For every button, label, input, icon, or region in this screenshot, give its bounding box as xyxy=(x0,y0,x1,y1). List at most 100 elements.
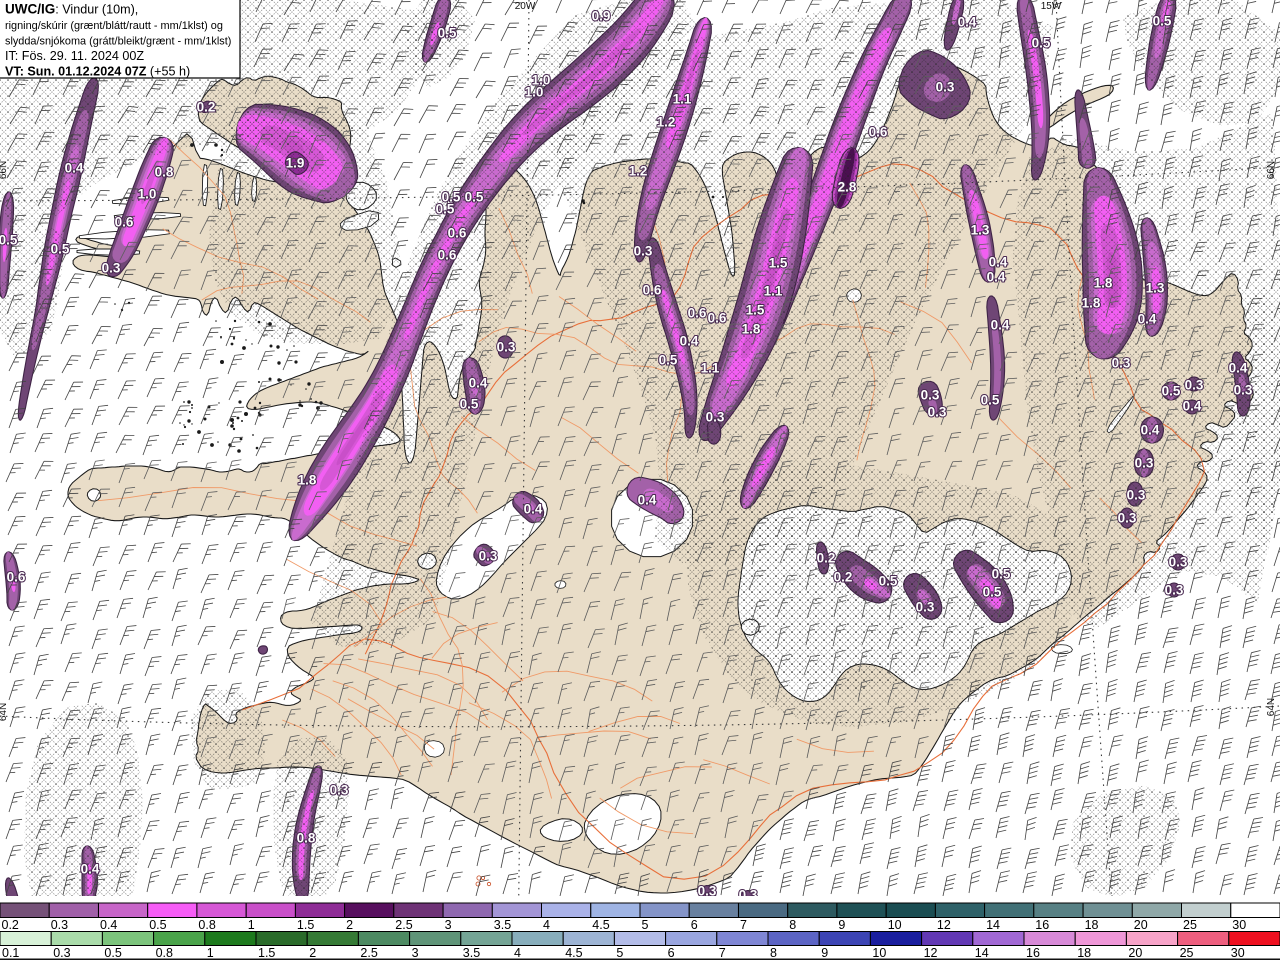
svg-text:0.3: 0.3 xyxy=(921,388,940,403)
svg-text:0.6: 0.6 xyxy=(708,311,727,326)
svg-text:0.4: 0.4 xyxy=(1141,423,1160,438)
svg-text:64N: 64N xyxy=(0,703,9,721)
svg-text:0.6: 0.6 xyxy=(869,125,888,140)
svg-text:0.6: 0.6 xyxy=(115,215,134,230)
svg-text:0.3: 0.3 xyxy=(928,405,947,420)
svg-text:10: 10 xyxy=(872,946,886,960)
svg-text:0.4: 0.4 xyxy=(1183,399,1202,414)
svg-text:0.4: 0.4 xyxy=(100,918,117,932)
svg-text:6: 6 xyxy=(668,946,675,960)
svg-text:66N: 66N xyxy=(0,161,9,179)
svg-text:1.1: 1.1 xyxy=(764,284,783,299)
svg-text:0.5: 0.5 xyxy=(1153,14,1172,29)
svg-text:1.5: 1.5 xyxy=(297,918,314,932)
svg-text:0.5: 0.5 xyxy=(1032,36,1051,51)
svg-text:0.3: 0.3 xyxy=(497,340,516,355)
svg-text:8: 8 xyxy=(770,946,777,960)
svg-text:1.5: 1.5 xyxy=(746,303,765,318)
svg-text:0.2: 0.2 xyxy=(197,100,216,115)
svg-text:0.4: 0.4 xyxy=(81,862,100,877)
svg-text:0.2: 0.2 xyxy=(2,918,19,932)
svg-text:0.3: 0.3 xyxy=(1135,456,1154,471)
svg-text:0.3: 0.3 xyxy=(479,549,498,564)
svg-text:20: 20 xyxy=(1134,918,1148,932)
svg-text:UWC/IG: Vindur (10m),: UWC/IG: Vindur (10m), xyxy=(5,2,138,17)
svg-text:0.5: 0.5 xyxy=(460,397,479,412)
svg-text:30: 30 xyxy=(1232,918,1246,932)
svg-text:5: 5 xyxy=(616,946,623,960)
svg-text:66N: 66N xyxy=(1266,161,1277,179)
svg-text:0.2: 0.2 xyxy=(817,551,836,566)
svg-text:rigning/skúrir (grænt/blátt/ra: rigning/skúrir (grænt/blátt/rautt - mm/1… xyxy=(5,20,223,32)
svg-text:0.5: 0.5 xyxy=(465,190,484,205)
svg-text:IT: Fös. 29. 11. 2024 00Z: IT: Fös. 29. 11. 2024 00Z xyxy=(5,49,144,63)
svg-text:0.4: 0.4 xyxy=(991,318,1010,333)
svg-text:1.2: 1.2 xyxy=(629,164,648,179)
svg-text:18: 18 xyxy=(1085,918,1099,932)
svg-text:0.8: 0.8 xyxy=(198,918,215,932)
svg-text:1.5: 1.5 xyxy=(258,946,275,960)
svg-text:25: 25 xyxy=(1183,918,1197,932)
svg-text:1.9: 1.9 xyxy=(286,156,305,171)
svg-text:0.5: 0.5 xyxy=(659,353,678,368)
svg-text:18: 18 xyxy=(1077,946,1091,960)
svg-text:0.6: 0.6 xyxy=(688,306,707,321)
svg-text:2.8: 2.8 xyxy=(838,180,857,195)
svg-text:1.3: 1.3 xyxy=(971,223,990,238)
svg-text:1: 1 xyxy=(248,918,255,932)
svg-text:12: 12 xyxy=(937,918,951,932)
svg-text:0.4: 0.4 xyxy=(524,502,543,517)
svg-text:0.8: 0.8 xyxy=(297,831,316,846)
svg-text:15W: 15W xyxy=(1041,1,1062,12)
svg-text:4: 4 xyxy=(514,946,521,960)
svg-text:0.3: 0.3 xyxy=(1185,378,1204,393)
svg-text:0.4: 0.4 xyxy=(638,493,657,508)
svg-text:4: 4 xyxy=(543,918,550,932)
svg-text:5: 5 xyxy=(642,918,649,932)
svg-text:14: 14 xyxy=(986,918,1000,932)
svg-text:0.8: 0.8 xyxy=(155,165,174,180)
svg-text:0.6: 0.6 xyxy=(643,283,662,298)
svg-text:0.3: 0.3 xyxy=(51,918,68,932)
svg-text:7: 7 xyxy=(740,918,747,932)
svg-text:0.3: 0.3 xyxy=(936,80,955,95)
svg-text:0.3: 0.3 xyxy=(1118,511,1137,526)
svg-text:0.3: 0.3 xyxy=(53,946,70,960)
svg-text:1.2: 1.2 xyxy=(657,115,676,130)
svg-text:9: 9 xyxy=(838,918,845,932)
svg-text:0.6: 0.6 xyxy=(448,226,467,241)
svg-text:0.5: 0.5 xyxy=(879,574,898,589)
svg-text:0.4: 0.4 xyxy=(680,334,699,349)
svg-text:20: 20 xyxy=(1128,946,1142,960)
svg-text:10: 10 xyxy=(888,918,902,932)
svg-text:0.5: 0.5 xyxy=(104,946,121,960)
svg-text:0.4: 0.4 xyxy=(989,255,1008,270)
svg-text:0.3: 0.3 xyxy=(706,410,725,425)
svg-text:0.6: 0.6 xyxy=(438,248,457,263)
svg-text:2: 2 xyxy=(309,946,316,960)
svg-text:14: 14 xyxy=(975,946,989,960)
svg-text:3: 3 xyxy=(412,946,419,960)
svg-text:0.3: 0.3 xyxy=(634,244,653,259)
svg-text:0.3: 0.3 xyxy=(1234,383,1253,398)
svg-text:1.5: 1.5 xyxy=(769,256,788,271)
svg-text:0.5: 0.5 xyxy=(983,585,1002,600)
svg-text:0.1: 0.1 xyxy=(2,946,19,960)
svg-text:0.5: 0.5 xyxy=(438,26,457,41)
svg-text:3.5: 3.5 xyxy=(463,946,480,960)
svg-text:0.3: 0.3 xyxy=(330,783,349,798)
svg-text:1.1: 1.1 xyxy=(701,361,720,376)
svg-text:2.5: 2.5 xyxy=(395,918,412,932)
svg-text:64N: 64N xyxy=(1266,698,1277,716)
svg-text:0.4: 0.4 xyxy=(1138,312,1157,327)
svg-text:0.5: 0.5 xyxy=(436,202,455,217)
svg-text:0.5: 0.5 xyxy=(992,567,1011,582)
svg-text:0.4: 0.4 xyxy=(469,376,488,391)
svg-text:0.3: 0.3 xyxy=(916,600,935,615)
svg-text:3.5: 3.5 xyxy=(494,918,511,932)
svg-text:0.5: 0.5 xyxy=(51,242,70,257)
svg-text:16: 16 xyxy=(1035,918,1049,932)
svg-text:9: 9 xyxy=(821,946,828,960)
svg-text:0.3: 0.3 xyxy=(1165,583,1184,598)
svg-text:7: 7 xyxy=(719,946,726,960)
